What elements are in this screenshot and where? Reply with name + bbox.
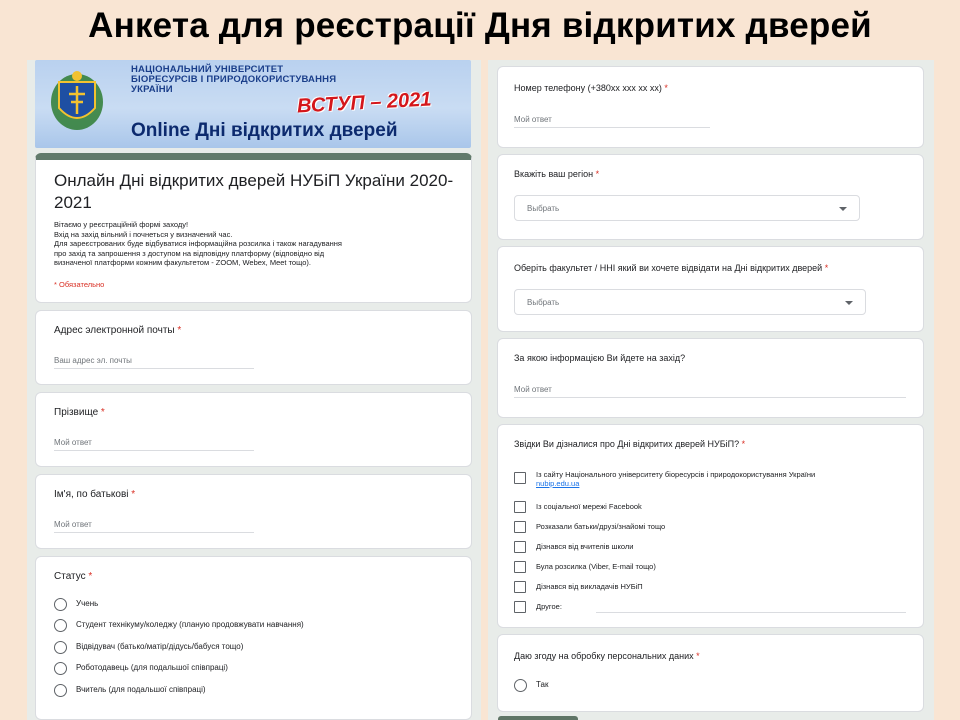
question-title: Оберіть факультет / ННІ який ви хочете в… (514, 263, 828, 273)
question-label: Адрес электронной почты (54, 325, 175, 336)
radio-button[interactable] (54, 684, 67, 697)
required-note: * Обязательно (54, 280, 105, 289)
slide-title: Анкета для реєстрації Дня відкритих двер… (88, 6, 872, 45)
checkbox[interactable] (514, 581, 526, 593)
required-mark: * (595, 169, 600, 179)
question-region: Вкажіть ваш регіон * Выбрать (497, 154, 924, 240)
option-label: Дізнався від вчителів школи (536, 542, 634, 551)
question-phone: Номер телефону (+380хх ххх хх хх) * Мой … (497, 66, 924, 148)
option-label: Вчитель (для подальшої співпраці) (76, 685, 206, 694)
checkbox[interactable] (514, 541, 526, 553)
question-label: Даю згоду на обробку персональних даних (514, 651, 694, 661)
form-title: Онлайн Дні відкритих дверей НУБіП Україн… (54, 171, 454, 212)
radio-button[interactable] (54, 598, 67, 611)
required-mark: * (177, 325, 182, 336)
checkbox[interactable] (514, 601, 526, 613)
question-label: Вкажіть ваш регіон (514, 169, 594, 179)
question-label: Звідки Ви дізналися про Дні відкритих дв… (514, 439, 740, 449)
select-value: Выбрать (527, 298, 560, 307)
question-faculty: Оберіть факультет / ННІ який ви хочете в… (497, 246, 924, 332)
form-description-line: Вітаємо у реєстраційній формі заходу! (54, 220, 189, 229)
other-text-input[interactable] (596, 612, 906, 613)
form-description-line: Для зареєстрованих буде відбуватися інфо… (54, 239, 342, 248)
university-name-line3: УКРАЇНИ (131, 84, 173, 95)
option-label: Відвідувач (батько/матір/дідусь/бабуся т… (76, 642, 244, 651)
form-description-line: Вхід на захід вільний і почнеться у визн… (54, 229, 233, 239)
question-email: Адрес электронной почты * Ваш адрес эл. … (35, 310, 472, 385)
faculty-select[interactable]: Выбрать (514, 289, 866, 315)
question-title: Прізвище * (54, 407, 105, 418)
region-select[interactable]: Выбрать (514, 195, 860, 221)
checkbox[interactable] (514, 472, 526, 484)
email-input[interactable]: Ваш адрес эл. почты (54, 356, 254, 369)
radio-button[interactable] (54, 619, 67, 632)
submit-button[interactable] (498, 716, 578, 720)
radio-button[interactable] (514, 679, 527, 692)
banner-subtitle: Online Дні відкритих дверей (131, 120, 398, 141)
question-surname: Прізвище * Мой ответ (35, 392, 472, 467)
checkbox[interactable] (514, 501, 526, 513)
radio-button[interactable] (54, 662, 67, 675)
question-label: Статус (54, 571, 86, 582)
question-source: Звідки Ви дізналися про Дні відкритих дв… (497, 424, 924, 628)
surname-input[interactable]: Мой ответ (54, 438, 254, 451)
form-screenshot-left: НАЦІОНАЛЬНИЙ УНІВЕРСИТЕТ БІОРЕСУРСІВ І П… (27, 60, 481, 720)
source-option-other[interactable]: Другое: (514, 601, 906, 615)
question-name: Ім'я, по батькові * Мой ответ (35, 474, 472, 549)
question-title: Адрес электронной почты * (54, 325, 181, 336)
info-input[interactable]: Мой ответ (514, 385, 906, 398)
option-label: Другое: (536, 602, 562, 611)
phone-input[interactable]: Мой ответ (514, 115, 710, 128)
required-mark: * (696, 651, 700, 661)
form-description-line: про захід та запрошення з доступом на ві… (54, 248, 325, 258)
required-mark: * (88, 571, 93, 582)
header-banner: НАЦІОНАЛЬНИЙ УНІВЕРСИТЕТ БІОРЕСУРСІВ І П… (35, 60, 471, 148)
question-title: Номер телефону (+380хх ххх хх хх) * (514, 83, 668, 93)
name-input[interactable]: Мой ответ (54, 520, 254, 533)
option-label: Роботодавець (для подальшої співпраці) (76, 663, 228, 672)
checkbox[interactable] (514, 521, 526, 533)
dropdown-arrow-icon (845, 301, 853, 305)
required-mark: * (824, 263, 829, 273)
option-label: Розказали батьки/друзі/знайомі тощо (536, 522, 666, 531)
radio-button[interactable] (54, 641, 67, 654)
required-mark: * (131, 489, 136, 500)
option-label: Студент технікуму/коледжу (планую продов… (76, 620, 304, 629)
question-consent: Даю згоду на обробку персональних даних … (497, 634, 924, 712)
form-screenshot-right: Номер телефону (+380хх ххх хх хх) * Мой … (488, 60, 934, 720)
question-title: За якою інформацією Ви йдете на захід? (514, 353, 685, 363)
required-mark: * (741, 439, 746, 449)
checkbox[interactable] (514, 561, 526, 573)
question-title: Вкажіть ваш регіон * (514, 169, 599, 179)
question-label: Ім'я, по батькові (54, 489, 129, 500)
option-label: Учень (76, 599, 99, 608)
question-info: За якою інформацією Ви йдете на захід? М… (497, 338, 924, 418)
form-description: Вітаємо у реєстраційній формі заходу! Вх… (54, 220, 464, 268)
dropdown-arrow-icon (839, 207, 847, 211)
question-title: Даю згоду на обробку персональних даних … (514, 651, 700, 661)
form-header-card: Онлайн Дні відкритих дверей НУБіП Україн… (35, 153, 472, 303)
required-mark: * (100, 407, 105, 418)
option-text: Із сайту Національного університету біор… (536, 470, 816, 479)
option-label: Так (536, 680, 549, 689)
option-label: Дізнався від викладачів НУБіП (536, 582, 643, 591)
question-label: Оберіть факультет / ННІ який ви хочете в… (514, 263, 823, 273)
option-label: Була розсилка (Viber, E-mail тощо) (536, 562, 656, 571)
university-crest-icon (51, 71, 103, 130)
required-mark: * (664, 83, 668, 93)
question-label: Номер телефону (+380хх ххх хх хх) (514, 83, 662, 93)
website-link[interactable]: nubip.edu.ua (536, 479, 579, 488)
question-label: Прізвище (54, 407, 99, 418)
university-name: НАЦІОНАЛЬНИЙ УНІВЕРСИТЕТ БІОРЕСУРСІВ І П… (131, 65, 336, 95)
form-description-line: визначеної платформи кожним факультетом … (54, 258, 311, 267)
question-title: Ім'я, по батькові * (54, 489, 135, 500)
question-status: Статус * Учень Студент технікуму/коледжу… (35, 556, 472, 720)
question-label: За якою інформацією Ви йдете на захід? (514, 353, 686, 363)
option-label: Із сайту Національного університету біор… (536, 470, 815, 488)
option-label: Із соціальної мережі Facebook (536, 502, 642, 511)
select-value: Выбрать (527, 204, 560, 213)
question-title: Звідки Ви дізналися про Дні відкритих дв… (514, 439, 745, 449)
question-title: Статус * (54, 571, 92, 582)
